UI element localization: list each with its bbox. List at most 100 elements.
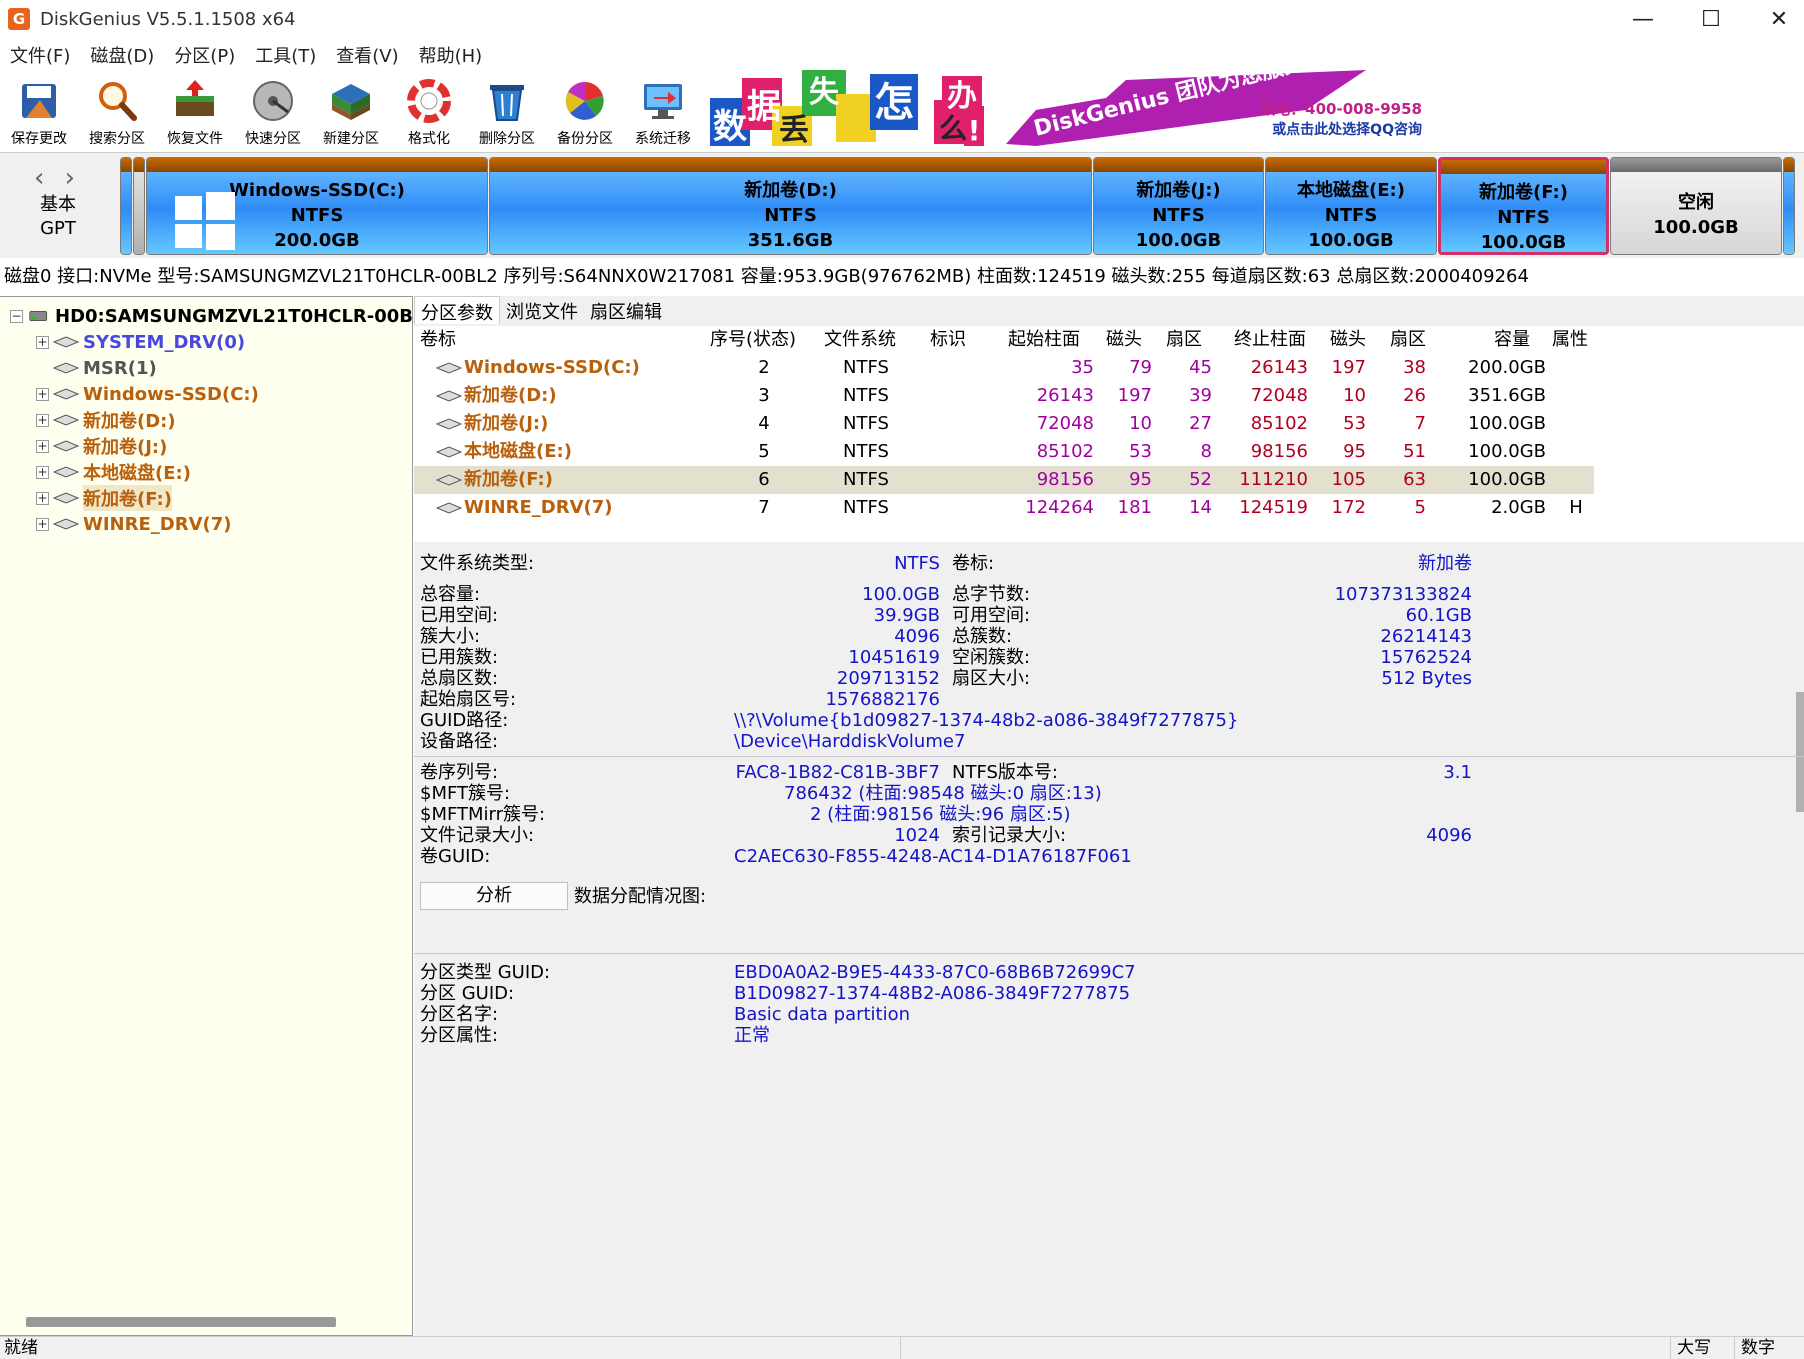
table-cell-8: 95: [1343, 441, 1366, 462]
tree-item-msr[interactable]: MSR(1): [36, 355, 157, 381]
tree-root-disk[interactable]: − HD0:SAMSUNGMZVL21T0HCLR-00BL2: [10, 303, 437, 329]
total-clusters-value: 26214143: [1380, 626, 1472, 647]
partition-block-e[interactable]: 本地磁盘(E:) NTFS 100.0GB: [1265, 157, 1437, 255]
delete-partition-button[interactable]: 删除分区: [468, 72, 546, 150]
tab-browse-files[interactable]: 浏览文件: [500, 296, 584, 324]
advertisement-banner[interactable]: 数 据 丢 失 怎 么 办 ! DiskGenius 团队为您服务 致电：400…: [706, 70, 1429, 148]
menu-help[interactable]: 帮助(H): [409, 42, 493, 68]
table-row[interactable]: 新加卷(D:) 3 NTFS 26143 197 39 72048 10 26 351.6GB: [414, 382, 1594, 410]
expand-icon[interactable]: +: [36, 491, 49, 505]
tab-partition-params[interactable]: 分区参数: [414, 296, 500, 324]
tree-item-label: WINRE_DRV(7): [83, 513, 232, 535]
recover-files-icon: [176, 80, 214, 116]
start-sector-label: 起始扇区号:: [420, 689, 517, 710]
fs-type-label: 文件系统类型:: [420, 553, 535, 574]
new-partition-button[interactable]: 新建分区: [312, 72, 390, 150]
table-cell-2: NTFS: [843, 469, 889, 490]
tree-item-winre[interactable]: + WINRE_DRV(7): [36, 511, 231, 537]
tree-item-e[interactable]: + 本地磁盘(E:): [36, 459, 191, 485]
menu-tools[interactable]: 工具(T): [245, 42, 326, 68]
partition-icon: [53, 336, 79, 348]
search-partition-button[interactable]: 搜索分区: [78, 72, 156, 150]
table-row[interactable]: 新加卷(J:) 4 NTFS 72048 10 27 85102 53 7 100.0GB: [414, 410, 1594, 438]
partition-icon: [53, 362, 79, 374]
minimize-button[interactable]: —: [1608, 0, 1678, 38]
table-cell-5: 181: [1117, 497, 1152, 518]
recover-files-button[interactable]: 恢复文件: [156, 72, 234, 150]
device-path-value: \Device\HarddiskVolume7: [734, 731, 966, 752]
col-header-start-head[interactable]: 磁头: [1106, 326, 1142, 354]
partition-block-d[interactable]: 新加卷(D:) NTFS 351.6GB: [489, 157, 1092, 255]
partition-guid-value: B1D09827-1374-48B2-A086-3849F7277875: [734, 983, 1131, 1004]
details-vertical-scrollbar[interactable]: [1796, 692, 1804, 812]
status-bar: 就绪 大写 数字: [0, 1336, 1804, 1359]
expand-icon[interactable]: +: [36, 413, 49, 427]
col-header-start-cyl[interactable]: 起始柱面: [1008, 326, 1080, 354]
col-header-capacity[interactable]: 容量: [1494, 326, 1530, 354]
col-header-end-head[interactable]: 磁头: [1330, 326, 1366, 354]
tool-label: 新建分区: [323, 131, 379, 147]
col-header-label[interactable]: 卷标: [420, 326, 456, 354]
expand-icon[interactable]: +: [36, 465, 49, 479]
svg-text:怎: 怎: [874, 80, 914, 126]
expand-icon[interactable]: +: [36, 517, 49, 531]
total-bytes-value: 107373133824: [1334, 584, 1472, 605]
col-header-id[interactable]: 标识: [930, 326, 966, 354]
table-cell-9: 51: [1403, 441, 1426, 462]
col-header-attr[interactable]: 属性: [1552, 326, 1588, 354]
partition-block-j[interactable]: 新加卷(J:) NTFS 100.0GB: [1093, 157, 1264, 255]
collapse-icon[interactable]: −: [10, 309, 23, 323]
analyze-button[interactable]: 分析: [420, 882, 568, 910]
col-header-fs[interactable]: 文件系统: [824, 326, 896, 354]
tree-horizontal-scrollbar[interactable]: [26, 1317, 336, 1327]
col-header-end-sector[interactable]: 扇区: [1390, 326, 1426, 354]
tree-item-c[interactable]: + Windows-SSD(C:): [36, 381, 259, 407]
disk-type-label: 基本 GPT: [22, 193, 94, 241]
tree-item-f[interactable]: + 新加卷(F:): [36, 485, 172, 511]
expand-icon[interactable]: +: [36, 439, 49, 453]
close-button[interactable]: ✕: [1744, 0, 1804, 38]
menu-view[interactable]: 查看(V): [326, 42, 408, 68]
menu-file[interactable]: 文件(F): [0, 42, 80, 68]
table-cell-11: [1546, 410, 1606, 438]
expand-icon[interactable]: +: [36, 387, 49, 401]
tree-item-j[interactable]: + 新加卷(J:): [36, 433, 167, 459]
partition-block-msr[interactable]: [133, 157, 145, 255]
col-header-start-sector[interactable]: 扇区: [1166, 326, 1202, 354]
table-cell-1: 5: [758, 441, 770, 462]
tree-item-system[interactable]: + SYSTEM_DRV(0): [36, 329, 245, 355]
menu-disk[interactable]: 磁盘(D): [80, 42, 164, 68]
partition-block-winre[interactable]: [1783, 157, 1795, 255]
status-text: 就绪: [4, 1338, 38, 1358]
table-row[interactable]: Windows-SSD(C:) 2 NTFS 35 79 45 26143 197 38 200.…: [414, 354, 1594, 382]
menu-partition[interactable]: 分区(P): [164, 42, 245, 68]
table-row[interactable]: 新加卷(F:) 6 NTFS 98156 95 52 111210 105 63 100.0GB: [414, 466, 1594, 494]
table-cell-4: 124264: [1025, 497, 1094, 518]
backup-partition-button[interactable]: 备份分区: [546, 72, 624, 150]
table-row[interactable]: WINRE_DRV(7) 7 NTFS 124264 181 14 124519 172 5 2.…: [414, 494, 1594, 522]
format-button[interactable]: 格式化: [390, 72, 468, 150]
system-migration-button[interactable]: 系统迁移: [624, 72, 702, 150]
table-row[interactable]: 本地磁盘(E:) 5 NTFS 85102 53 8 98156 95 51 100.0GB: [414, 438, 1594, 466]
tool-label: 保存更改: [11, 131, 67, 147]
partition-name-value: Basic data partition: [734, 1004, 911, 1025]
quick-partition-button[interactable]: 快速分区: [234, 72, 312, 150]
table-cell-3: [914, 382, 994, 410]
save-changes-button[interactable]: 保存更改: [0, 72, 78, 150]
maximize-button[interactable]: ☐: [1676, 0, 1746, 38]
partition-block-free[interactable]: 空闲 100.0GB: [1610, 157, 1782, 255]
expand-icon[interactable]: +: [36, 335, 49, 349]
tree-item-d[interactable]: + 新加卷(D:): [36, 407, 176, 433]
disk-nav-arrows[interactable]: ‹ ›: [34, 163, 81, 193]
partition-block-system[interactable]: [120, 157, 132, 255]
partition-size: 100.0GB: [1653, 217, 1739, 238]
partition-name: 本地磁盘(E:): [1297, 180, 1405, 201]
table-cell-0: 新加卷(D:): [464, 385, 557, 406]
partition-block-c[interactable]: Windows-SSD(C:) NTFS 200.0GB: [146, 157, 488, 255]
col-header-end-cyl[interactable]: 终止柱面: [1234, 326, 1306, 354]
partition-block-f[interactable]: 新加卷(F:) NTFS 100.0GB: [1438, 157, 1609, 255]
tab-sector-edit[interactable]: 扇区编辑: [584, 296, 668, 324]
total-sectors-value: 209713152: [836, 668, 940, 689]
col-header-index[interactable]: 序号(状态): [710, 326, 796, 354]
disk-tree-panel: − HD0:SAMSUNGMZVL21T0HCLR-00BL2 + SYSTEM…: [0, 296, 437, 1336]
